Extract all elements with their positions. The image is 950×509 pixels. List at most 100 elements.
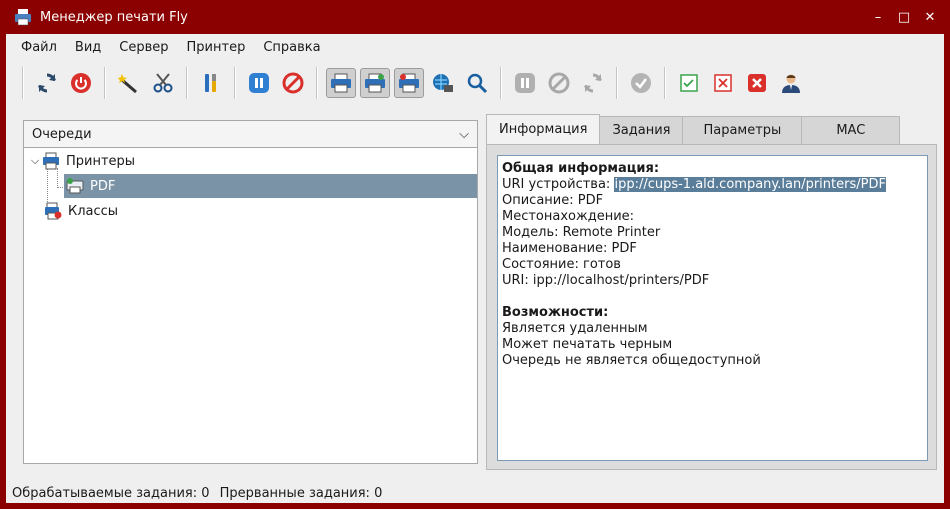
tree-item-label: Классы xyxy=(68,203,119,219)
queues-panel: Очереди ⌵ ⌵ Принтеры PDF Классы xyxy=(23,120,478,465)
menu-view[interactable]: Вид xyxy=(66,34,110,62)
job-pause-icon xyxy=(515,73,535,93)
toolbar xyxy=(6,62,944,104)
disable-button[interactable] xyxy=(708,68,738,98)
menu-help[interactable]: Справка xyxy=(254,34,329,62)
details-panel: Информация Задания Параметры MAC Общая и… xyxy=(486,114,937,472)
toolbar-separator xyxy=(316,67,318,99)
tree-item-classes[interactable]: Классы xyxy=(24,199,477,223)
job-restart-button[interactable] xyxy=(578,68,608,98)
printer-info-text[interactable]: Общая информация: URI устройства: ipp://… xyxy=(497,155,928,461)
tree-item-printers[interactable]: ⌵ Принтеры xyxy=(24,149,477,173)
power-button[interactable] xyxy=(66,68,96,98)
refresh-button[interactable] xyxy=(32,68,62,98)
search-icon xyxy=(467,73,488,94)
printer-share-button[interactable] xyxy=(360,68,390,98)
printer-view-button[interactable] xyxy=(326,68,356,98)
queue-tree: ⌵ Принтеры PDF Классы xyxy=(23,148,478,464)
device-uri-label: URI устройства: xyxy=(502,177,615,192)
menu-file[interactable]: Файл xyxy=(12,34,66,62)
scissors-icon xyxy=(153,73,173,93)
capability-item: Может печатать черным xyxy=(502,337,673,352)
tab-parameters[interactable]: Параметры xyxy=(682,116,803,144)
queues-combo-label: Очереди xyxy=(32,126,92,142)
close-button[interactable]: ✕ xyxy=(920,8,940,26)
toolbar-separator xyxy=(104,67,106,99)
printer-app-icon xyxy=(15,9,31,26)
tools-button[interactable] xyxy=(196,68,226,98)
app-window: Менеджер печати Fly – □ ✕ Файл Вид Серве… xyxy=(0,0,950,509)
delete-icon xyxy=(748,74,766,92)
cross-box-icon xyxy=(714,74,732,92)
capability-item: Очередь не является общедоступной xyxy=(502,353,761,368)
stop-printer-button[interactable] xyxy=(278,68,308,98)
title-bar[interactable]: Менеджер печати Fly – □ ✕ xyxy=(6,0,944,34)
menu-server[interactable]: Сервер xyxy=(110,34,177,62)
wand-icon xyxy=(118,74,137,94)
tree-item-label: Принтеры xyxy=(66,153,136,169)
client-area: Файл Вид Сервер Принтер Справка Очереди … xyxy=(6,34,944,503)
tab-jobs[interactable]: Задания xyxy=(599,116,684,144)
menu-printer[interactable]: Принтер xyxy=(178,34,255,62)
name-line: Наименование: PDF xyxy=(502,241,637,256)
pdf-printer-icon xyxy=(66,178,84,194)
tab-mac[interactable]: MAC xyxy=(801,116,901,144)
network-printer-button[interactable] xyxy=(428,68,458,98)
check-box-icon xyxy=(680,74,698,92)
toolbar-separator xyxy=(500,67,502,99)
general-info-heading: Общая информация: xyxy=(502,161,660,176)
toolbar-separator xyxy=(22,67,24,99)
search-button[interactable] xyxy=(462,68,492,98)
capability-item: Является удаленным xyxy=(502,321,648,336)
location-line: Местонахождение: xyxy=(502,209,635,224)
menu-bar: Файл Вид Сервер Принтер Справка xyxy=(6,34,944,62)
stop-icon xyxy=(282,72,304,94)
job-accept-icon xyxy=(631,73,651,93)
toolbar-separator xyxy=(234,67,236,99)
interrupted-jobs-status: Прерванные задания: 0 xyxy=(219,486,383,501)
state-line: Состояние: готов xyxy=(502,257,621,272)
window-title: Менеджер печати Fly xyxy=(40,9,188,25)
chevron-down-icon: ⌵ xyxy=(459,126,469,142)
delete-button[interactable] xyxy=(742,68,772,98)
cut-button[interactable] xyxy=(148,68,178,98)
tools-icon xyxy=(205,74,216,92)
job-restart-icon xyxy=(584,73,602,93)
uri-line: URI: ipp://localhost/printers/PDF xyxy=(502,273,710,288)
printer-default-button[interactable] xyxy=(394,68,424,98)
wizard-button[interactable] xyxy=(114,68,144,98)
user-button[interactable] xyxy=(776,68,806,98)
printer-icon xyxy=(331,73,351,93)
tab-info[interactable]: Информация xyxy=(486,114,601,144)
job-accept-button[interactable] xyxy=(626,68,656,98)
enable-button[interactable] xyxy=(674,68,704,98)
printer-icon xyxy=(43,152,59,170)
model-line: Модель: Remote Printer xyxy=(502,225,661,240)
job-cancel-icon xyxy=(548,72,570,94)
toolbar-separator xyxy=(664,67,666,99)
queues-combo[interactable]: Очереди ⌵ xyxy=(23,120,478,148)
job-cancel-button[interactable] xyxy=(544,68,574,98)
tab-content: Общая информация: URI устройства: ipp://… xyxy=(486,144,937,470)
maximize-button[interactable]: □ xyxy=(894,8,914,26)
toolbar-separator xyxy=(186,67,188,99)
network-printer-icon xyxy=(433,74,453,92)
chevron-down-icon[interactable]: ⌵ xyxy=(28,154,42,168)
job-pause-button[interactable] xyxy=(510,68,540,98)
printer-share-icon xyxy=(365,73,385,93)
printer-default-icon xyxy=(399,73,419,93)
minimize-button[interactable]: – xyxy=(868,8,888,26)
tab-bar: Информация Задания Параметры MAC xyxy=(486,114,937,144)
processed-jobs-status: Обрабатываемые задания: 0 xyxy=(12,486,210,501)
printer-class-icon xyxy=(45,202,62,220)
device-uri-line: URI устройства: ipp://cups-1.ald.company… xyxy=(502,177,923,193)
tree-item-pdf[interactable]: PDF xyxy=(64,174,477,198)
power-icon xyxy=(71,73,91,93)
pause-printer-button[interactable] xyxy=(244,68,274,98)
device-uri-value: ipp://cups-1.ald.company.lan/printers/PD… xyxy=(614,177,886,192)
toolbar-separator xyxy=(616,67,618,99)
pause-icon xyxy=(249,73,269,93)
status-bar: Обрабатываемые задания: 0 Прерванные зад… xyxy=(12,486,388,501)
refresh-icon xyxy=(38,73,56,93)
